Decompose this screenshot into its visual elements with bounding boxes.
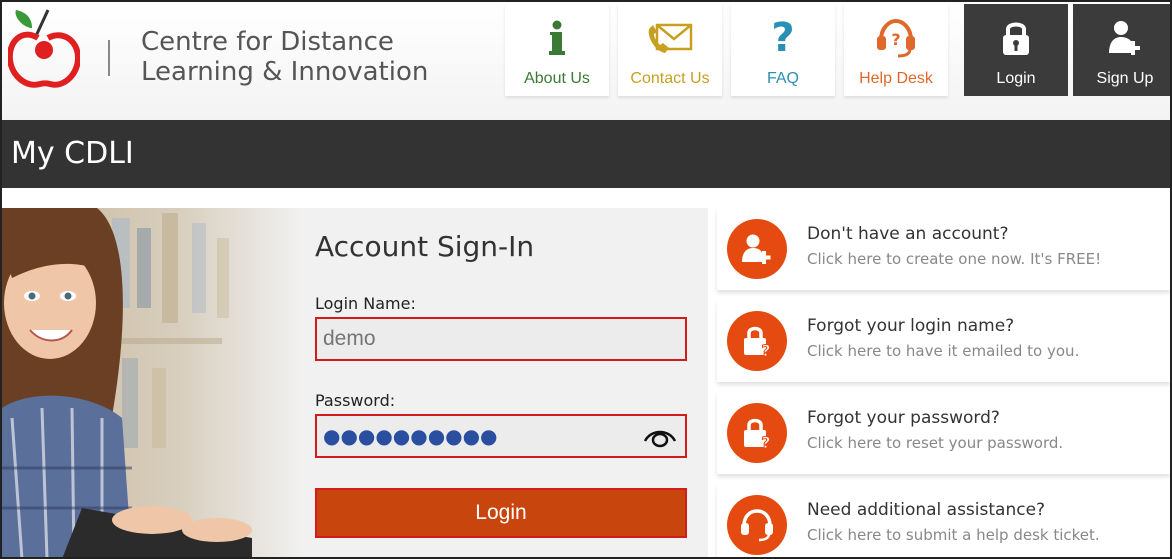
nav-label: About Us bbox=[524, 70, 590, 87]
login-name-label: Login Name: bbox=[315, 294, 416, 313]
headset-icon bbox=[727, 495, 787, 555]
site-name-line1: Centre for Distance bbox=[141, 27, 394, 57]
forgot-password-card[interactable]: ? Forgot your password? Click here to re… bbox=[717, 392, 1170, 474]
eye-icon[interactable] bbox=[643, 426, 677, 448]
nav-label: Login bbox=[996, 70, 1036, 87]
question-icon: ? bbox=[771, 15, 795, 61]
page-frame: Centre for Distance Learning & Innovatio… bbox=[0, 0, 1172, 559]
card-title: Don't have an account? bbox=[807, 224, 1009, 244]
nav-label: Help Desk bbox=[859, 70, 933, 87]
student-photo bbox=[2, 208, 302, 557]
user-add-icon bbox=[1073, 16, 1170, 60]
lock-icon bbox=[964, 16, 1068, 60]
password-field[interactable]: ●●●●●●●●●● bbox=[315, 414, 687, 458]
card-subtitle: Click here to create one now. It's FREE! bbox=[807, 250, 1102, 268]
nav-contact-us[interactable]: Contact Us bbox=[618, 4, 722, 96]
nav-label: Contact Us bbox=[630, 70, 710, 87]
card-subtitle: Click here to submit a help desk ticket. bbox=[807, 526, 1100, 544]
nav-about-us[interactable]: About Us bbox=[505, 4, 609, 96]
lock-question-icon: ? bbox=[727, 311, 787, 371]
site-name-line2: Learning & Innovation bbox=[141, 57, 429, 87]
page-title-bar: My CDLI bbox=[2, 120, 1170, 188]
apple-logo-icon[interactable] bbox=[6, 6, 82, 90]
nav-help-desk[interactable]: ? Help Desk bbox=[844, 4, 948, 96]
site-header: Centre for Distance Learning & Innovatio… bbox=[2, 2, 1170, 120]
headset-icon: ? bbox=[844, 16, 948, 60]
user-add-icon bbox=[727, 219, 787, 279]
nav-faq[interactable]: ? FAQ bbox=[731, 4, 835, 96]
card-title: Need additional assistance? bbox=[807, 500, 1046, 520]
info-icon bbox=[505, 16, 609, 60]
login-name-input[interactable] bbox=[317, 319, 685, 359]
help-desk-ticket-card[interactable]: Need additional assistance? Click here t… bbox=[717, 484, 1170, 557]
nav-sign-up[interactable]: Sign Up bbox=[1073, 4, 1170, 96]
login-button[interactable]: Login bbox=[315, 488, 687, 538]
password-input[interactable]: ●●●●●●●●●● bbox=[323, 424, 498, 448]
signin-panel: Account Sign-In Login Name: Password: ●●… bbox=[2, 208, 708, 557]
signin-title: Account Sign-In bbox=[315, 230, 535, 263]
card-subtitle: Click here to reset your password. bbox=[807, 434, 1064, 452]
card-title: Forgot your password? bbox=[807, 408, 1000, 428]
lock-question-icon: ? bbox=[727, 403, 787, 463]
password-label: Password: bbox=[315, 391, 396, 410]
logo-divider bbox=[108, 40, 110, 76]
card-title: Forgot your login name? bbox=[807, 316, 1015, 336]
nav-label: FAQ bbox=[766, 70, 799, 87]
svg-text:?: ? bbox=[761, 341, 770, 358]
card-subtitle: Click here to have it emailed to you. bbox=[807, 342, 1080, 360]
envelope-phone-icon bbox=[618, 16, 722, 60]
create-account-card[interactable]: Don't have an account? Click here to cre… bbox=[717, 208, 1170, 290]
forgot-login-name-card[interactable]: ? Forgot your login name? Click here to … bbox=[717, 300, 1170, 382]
site-name[interactable]: Centre for Distance Learning & Innovatio… bbox=[141, 27, 471, 87]
nav-label: Sign Up bbox=[1096, 70, 1154, 87]
nav-login[interactable]: Login bbox=[964, 4, 1068, 96]
svg-text:?: ? bbox=[891, 30, 900, 49]
page-title: My CDLI bbox=[11, 136, 134, 171]
svg-text:?: ? bbox=[761, 433, 770, 450]
login-name-field[interactable] bbox=[315, 317, 687, 361]
